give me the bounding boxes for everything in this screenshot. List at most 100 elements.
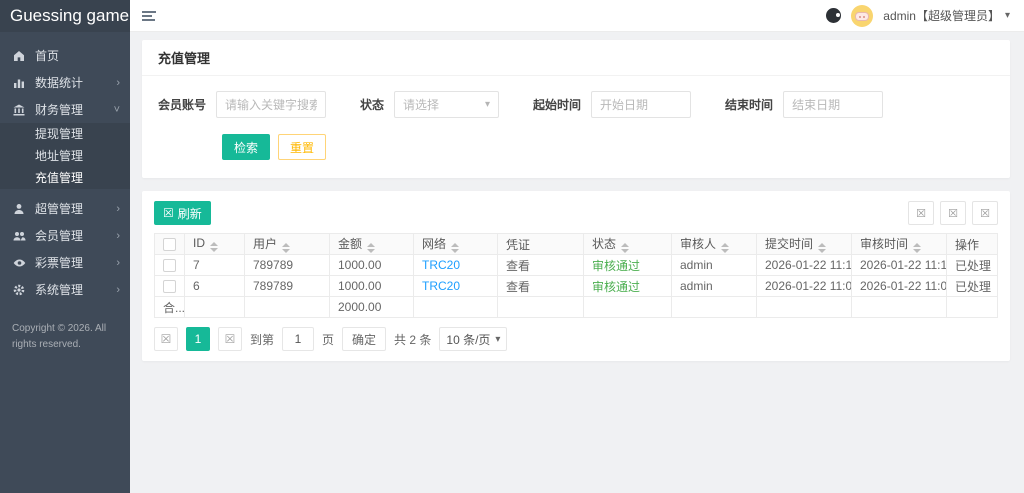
content: 充值管理 会员账号 状态 请选择 ▾ — [130, 32, 1024, 493]
sidebar-item-finance[interactable]: 财务管理 ˅ — [0, 96, 130, 123]
filter-start-time: 起始时间 — [533, 91, 691, 118]
bank-icon — [12, 104, 26, 116]
col-user[interactable]: 用户 — [245, 234, 330, 255]
cell-action: 已处理 — [947, 255, 998, 276]
sidebar-subitem-withdraw[interactable]: 提现管理 — [0, 123, 130, 145]
voucher-view-link[interactable]: 查看 — [506, 259, 530, 273]
chevron-right-icon: › — [116, 230, 120, 242]
col-action: 操作 — [947, 234, 998, 255]
reset-button[interactable]: 重置 — [278, 134, 326, 160]
sort-icon[interactable] — [367, 243, 375, 253]
cell-action: 已处理 — [947, 276, 998, 297]
sidebar-item-home[interactable]: 首页 — [0, 42, 130, 69]
sort-icon[interactable] — [621, 243, 629, 253]
status-select-value: 请选择 — [403, 96, 439, 113]
users-icon — [12, 230, 26, 242]
topbar: admin【超级管理员】 ▾ — [130, 0, 1024, 32]
network-link[interactable]: TRC20 — [422, 279, 460, 293]
print-button[interactable]: ☒ — [972, 201, 998, 225]
end-date-input[interactable] — [783, 91, 883, 118]
next-page-button[interactable]: ☒ — [218, 327, 242, 351]
sidebar-item-superadmin[interactable]: 超管管理 › — [0, 195, 130, 222]
account-input[interactable] — [216, 91, 326, 118]
avatar[interactable] — [851, 5, 873, 27]
col-network[interactable]: 网络 — [414, 234, 498, 255]
refresh-label: 刷新 — [178, 205, 202, 222]
sidebar-item-label: 系统管理 — [35, 281, 116, 298]
sidebar-item-label: 超管管理 — [35, 200, 116, 217]
user-icon — [12, 203, 26, 215]
cell-audit-time: 2026-01-22 11:08... — [852, 276, 947, 297]
export-button[interactable]: ☒ — [940, 201, 966, 225]
user-menu[interactable]: admin【超级管理员】 ▾ — [883, 7, 1010, 24]
caret-down-icon: ▾ — [485, 99, 490, 110]
sort-icon[interactable] — [210, 242, 218, 252]
theme-icon[interactable] — [826, 8, 841, 23]
user-name: admin【超级管理员】 — [883, 7, 1000, 24]
sidebar-item-statistics[interactable]: 数据统计 › — [0, 69, 130, 96]
select-all-cell — [155, 234, 185, 255]
voucher-view-link[interactable]: 查看 — [506, 280, 530, 294]
summary-row: 合... 2000.00 — [155, 297, 998, 318]
sort-icon[interactable] — [818, 243, 826, 253]
sort-icon[interactable] — [721, 243, 729, 253]
home-icon — [12, 50, 26, 62]
cell-submit-time: 2026-01-22 11:08... — [757, 276, 852, 297]
sidebar-item-members[interactable]: 会员管理 › — [0, 222, 130, 249]
network-link[interactable]: TRC20 — [422, 258, 460, 272]
sidebar-subitem-recharge[interactable]: 充值管理 — [0, 167, 130, 189]
summary-amount: 2000.00 — [330, 297, 414, 318]
refresh-icon: ☒ — [163, 206, 174, 220]
sidebar-subitem-address[interactable]: 地址管理 — [0, 145, 130, 167]
refresh-button[interactable]: ☒ 刷新 — [154, 201, 211, 225]
status-label: 状态 — [360, 96, 384, 113]
prev-page-button[interactable]: ☒ — [154, 327, 178, 351]
start-time-label: 起始时间 — [533, 96, 581, 113]
col-voucher: 凭证 — [498, 234, 584, 255]
col-auditor[interactable]: 审核人 — [672, 234, 757, 255]
chevron-right-icon: › — [116, 257, 120, 269]
menu-fold-icon[interactable] — [140, 6, 158, 26]
filter-columns-button[interactable]: ☒ — [908, 201, 934, 225]
col-audit-time[interactable]: 审核时间 — [852, 234, 947, 255]
select-all-checkbox[interactable] — [163, 238, 176, 251]
caret-down-icon: ▾ — [495, 334, 500, 345]
summary-label: 合... — [155, 297, 185, 318]
col-submit-time[interactable]: 提交时间 — [757, 234, 852, 255]
sidebar-item-label: 会员管理 — [35, 227, 116, 244]
status-select[interactable]: 请选择 ▾ — [394, 91, 499, 118]
sort-icon[interactable] — [913, 243, 921, 253]
goto-page-input[interactable] — [282, 327, 314, 351]
cell-id: 6 — [185, 276, 245, 297]
per-page-value: 10 条/页 — [446, 331, 490, 348]
sidebar-item-system[interactable]: 系统管理 › — [0, 276, 130, 303]
col-status[interactable]: 状态 — [584, 234, 672, 255]
copyright-text: Copyright © 2026. All rights reserved. — [0, 321, 130, 353]
sidebar-item-label: 财务管理 — [35, 101, 114, 118]
current-page[interactable]: 1 — [186, 327, 210, 351]
topbar-right: admin【超级管理员】 ▾ — [826, 5, 1010, 27]
col-amount[interactable]: 金额 — [330, 234, 414, 255]
sidebar-item-lottery[interactable]: 彩票管理 › — [0, 249, 130, 276]
col-id[interactable]: ID — [185, 234, 245, 255]
table-row: 6 789789 1000.00 TRC20 查看 审核通过 admin 202… — [155, 276, 998, 297]
page-word: 页 — [322, 331, 334, 348]
cell-auditor: admin — [672, 276, 757, 297]
confirm-page-button[interactable]: 确定 — [342, 327, 386, 351]
sidebar-item-label: 彩票管理 — [35, 254, 116, 271]
start-date-input[interactable] — [591, 91, 691, 118]
sort-icon[interactable] — [451, 243, 459, 253]
sort-icon[interactable] — [282, 243, 290, 253]
chevron-right-icon: › — [116, 77, 120, 89]
search-button[interactable]: 检索 — [222, 134, 270, 160]
row-checkbox[interactable] — [163, 280, 176, 293]
main-area: admin【超级管理员】 ▾ 充值管理 会员账号 状态 — [130, 0, 1024, 493]
next-icon: ☒ — [225, 332, 236, 346]
gear-icon — [12, 284, 26, 296]
per-page-select[interactable]: 10 条/页 ▾ — [439, 327, 507, 351]
sidebar: Guessing game 首页 数据统计 › 财务管理 ˅ — [0, 0, 130, 493]
row-checkbox[interactable] — [163, 259, 176, 272]
account-label: 会员账号 — [158, 96, 206, 113]
chevron-right-icon: › — [116, 284, 120, 296]
table-toolbar: ☒ 刷新 ☒ ☒ ☒ — [154, 201, 998, 225]
